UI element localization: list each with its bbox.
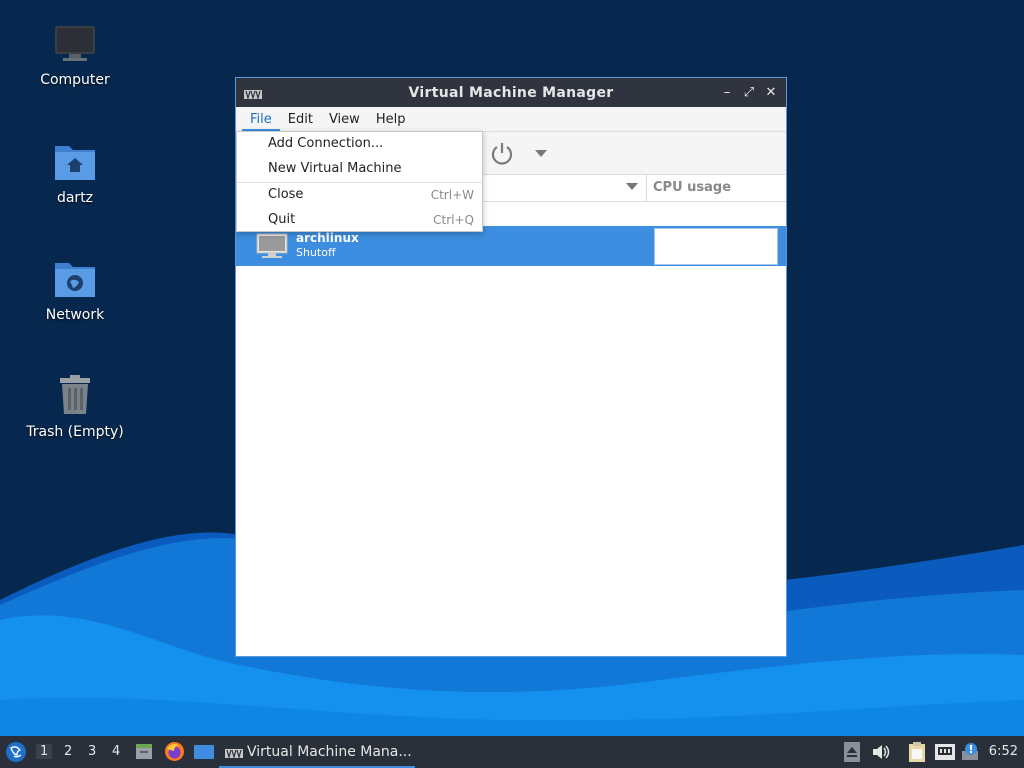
desktop-icon-dartz[interactable]: dartz (20, 138, 130, 206)
menu-file[interactable]: File (242, 112, 280, 131)
desktop-show-icon[interactable] (193, 743, 215, 765)
column-divider (646, 175, 647, 201)
cpu-usage-graph (654, 228, 778, 265)
menu-item-close[interactable]: Close Ctrl+W (237, 183, 482, 208)
clock[interactable]: 6:52 (989, 744, 1018, 759)
volume-icon[interactable] (872, 744, 890, 764)
column-cpu-usage[interactable]: CPU usage (653, 180, 731, 195)
window-title: Virtual Machine Manager (408, 84, 614, 101)
desktop-icon-network[interactable]: Network (20, 255, 130, 323)
file-manager-icon[interactable] (134, 741, 154, 765)
menu-help[interactable]: Help (368, 112, 414, 131)
shutdown-dropdown-icon[interactable] (535, 150, 547, 157)
vm-state: Shutoff (296, 246, 336, 259)
workspace-2[interactable]: 2 (64, 744, 72, 759)
menu-item-label: New Virtual Machine (268, 161, 402, 176)
desktop-icon-label: Trash (Empty) (26, 424, 124, 440)
desktop-icon-label: dartz (56, 190, 94, 206)
sort-arrow-icon[interactable] (626, 183, 638, 190)
task-title: Virtual Machine Mana... (247, 744, 412, 760)
firefox-icon[interactable] (164, 741, 185, 766)
desktop-icon-computer[interactable]: Computer (20, 20, 130, 88)
taskbar: 1 2 3 4 Virtual Machine Mana... 6:52 (0, 736, 1024, 768)
maximize-icon[interactable]: ⤢ (740, 84, 758, 102)
trash-icon (51, 372, 99, 420)
menu-edit[interactable]: Edit (280, 112, 321, 131)
eject-icon[interactable] (844, 742, 860, 766)
workspace-3[interactable]: 3 (88, 744, 96, 759)
taskbar-task-virt-manager[interactable]: Virtual Machine Mana... (219, 736, 415, 768)
workspace-4[interactable]: 4 (112, 744, 120, 759)
menu-item-new-virtual-machine[interactable]: New Virtual Machine (237, 157, 482, 182)
desktop-icon-label: Network (45, 307, 105, 323)
monitor-icon (51, 20, 99, 68)
home-folder-icon (51, 138, 99, 186)
menu-item-add-connection[interactable]: Add Connection... (237, 132, 482, 157)
virt-manager-task-icon (225, 747, 243, 762)
minimize-icon[interactable]: – (718, 84, 736, 102)
menu-item-label: Add Connection... (268, 136, 384, 151)
menu-item-accelerator: Ctrl+Q (433, 213, 474, 227)
update-notification-icon[interactable] (961, 742, 981, 766)
app-menu-icon[interactable] (5, 741, 27, 767)
vm-monitor-icon (256, 233, 288, 263)
workspace-1[interactable]: 1 (36, 744, 53, 759)
window-titlebar[interactable]: Virtual Machine Manager – ⤢ ✕ (236, 78, 786, 107)
menu-item-accelerator: Ctrl+W (430, 188, 474, 202)
menu-item-quit[interactable]: Quit Ctrl+Q (237, 208, 482, 233)
menubar: File Edit View Help (236, 107, 786, 132)
network-folder-icon (51, 255, 99, 303)
menu-item-label: Quit (268, 212, 296, 227)
desktop-icon-trash[interactable]: Trash (Empty) (20, 372, 130, 440)
close-icon[interactable]: ✕ (762, 84, 780, 102)
clipboard-icon[interactable] (907, 741, 927, 767)
power-icon[interactable] (489, 141, 515, 171)
file-menu-dropdown: Add Connection... New Virtual Machine Cl… (236, 131, 483, 232)
menu-item-label: Close (268, 187, 304, 202)
vm-name: archlinux (296, 231, 359, 245)
menu-view[interactable]: View (321, 112, 368, 131)
network-wired-icon[interactable] (934, 743, 956, 765)
desktop-icon-label: Computer (40, 72, 110, 88)
